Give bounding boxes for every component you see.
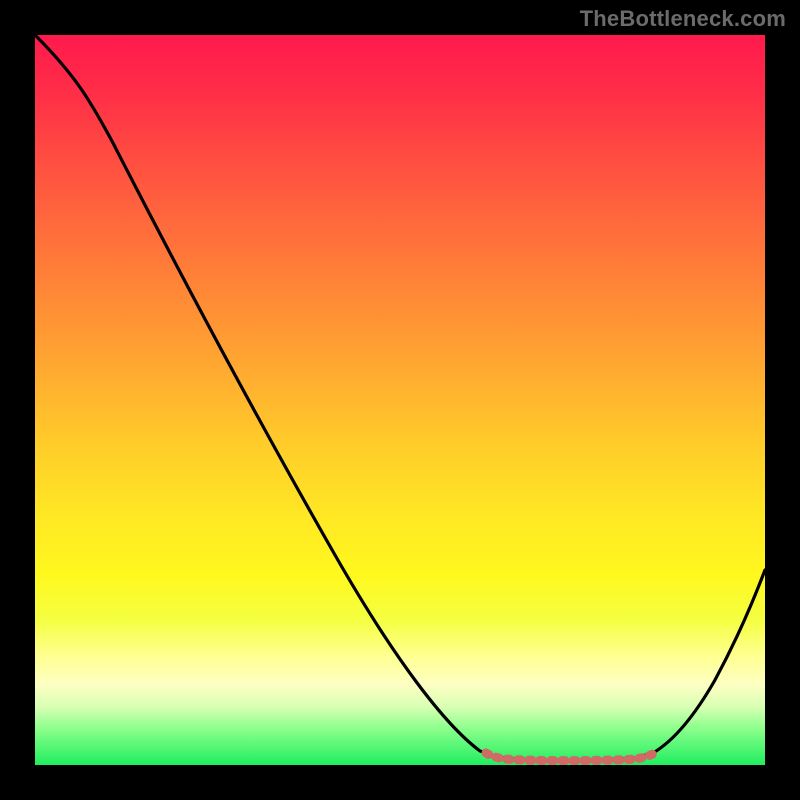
- chart-plot-area: [35, 35, 765, 765]
- watermark-text: TheBottleneck.com: [580, 6, 786, 32]
- bottleneck-curve: [35, 35, 765, 765]
- curve-path: [35, 35, 765, 760]
- optimal-band: [486, 753, 655, 761]
- chart-frame: TheBottleneck.com: [0, 0, 800, 800]
